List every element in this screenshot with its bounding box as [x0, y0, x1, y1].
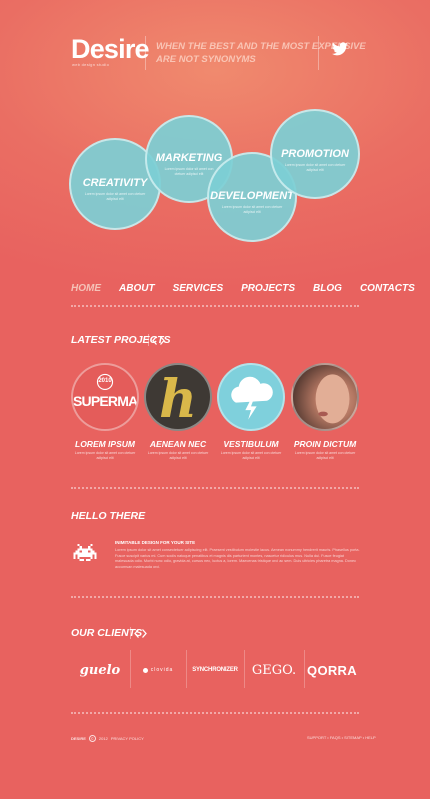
twitter-icon[interactable] [332, 42, 348, 56]
project-desc: Lorem ipsum dolor sit amet con ctetuer a… [74, 451, 136, 460]
feature-title: Marketing [155, 152, 223, 164]
feature-title: Development [210, 190, 294, 202]
clients-title: Our Clients [71, 627, 143, 639]
section-divider [71, 712, 359, 714]
header-divider [145, 36, 146, 70]
feature-desc: Lorem ipsum dolor sit amet con ctetuer a… [284, 163, 346, 172]
footer-copyright: Desire © 2012 Privacy Policy [71, 735, 144, 742]
portrait-photo [315, 374, 350, 424]
client-logo-qorra[interactable]: QORRA [304, 655, 360, 685]
feature-title: Creativity [82, 177, 148, 189]
project-image-cloud[interactable] [217, 363, 285, 431]
chevron-left-icon[interactable] [152, 336, 157, 345]
nav-about[interactable]: About [119, 283, 164, 294]
header-divider-right [318, 36, 319, 70]
project-desc: Lorem ipsum dolor sit amet con ctetuer a… [220, 451, 282, 460]
hello-subtitle: Inimitable design for your site [115, 540, 196, 545]
lettering-glyph: h [159, 369, 197, 430]
main-nav: Home About Services Projects Blog Contac… [71, 280, 415, 296]
superman-text: Superman [73, 393, 138, 409]
projects-pager [152, 336, 165, 345]
section-divider [71, 487, 359, 489]
copyright-icon: © [88, 735, 96, 742]
client-logo-gego[interactable]: GEGO. [246, 655, 302, 685]
footer-year: 2012 [98, 736, 108, 741]
project-image-portrait[interactable] [291, 363, 359, 431]
nav-projects[interactable]: Projects [241, 283, 304, 294]
project-desc: Lorem ipsum dolor sit amet con ctetuer a… [147, 451, 209, 460]
feature-promotion[interactable]: Promotion Lorem ipsum dolor sit amet con… [270, 109, 360, 199]
chevron-right-icon[interactable] [142, 629, 147, 638]
arrow-divider [130, 627, 131, 639]
footer-links[interactable]: Support • FAQs • Sitemap • Help [307, 735, 376, 740]
feature-title: Promotion [281, 148, 349, 160]
nav-services[interactable]: Services [173, 283, 233, 294]
project-title[interactable]: Lorem ipsum [65, 439, 145, 449]
project-title[interactable]: Proin dictum [285, 439, 365, 449]
nav-contacts[interactable]: Contacts [360, 283, 415, 294]
hello-body: Lorem ipsum dolor sit amet consectetuer … [115, 548, 360, 569]
site-logo[interactable]: Desire [71, 34, 150, 65]
project-title[interactable]: Aenean nec [138, 439, 218, 449]
hello-title: Hello there [71, 510, 146, 522]
feature-desc: Lorem ipsum dolor sit amet con ctetuer a… [84, 192, 146, 201]
section-divider [71, 305, 359, 307]
feature-desc: Lorem ipsum dolor sit amet con ctetuer a… [164, 167, 214, 176]
client-logo-clovida[interactable]: clovida [132, 655, 184, 685]
feature-desc: Lorem ipsum dolor sit amet con ctetuer a… [221, 205, 283, 214]
project-image-lettering[interactable]: h [144, 363, 212, 431]
section-divider [71, 596, 359, 598]
client-divider [244, 650, 245, 688]
arrow-divider [148, 334, 149, 346]
clients-pager [134, 629, 147, 638]
client-divider [130, 650, 131, 688]
chevron-right-icon[interactable] [160, 336, 165, 345]
client-logo-guelo[interactable]: guelo [71, 655, 129, 685]
nav-blog[interactable]: Blog [313, 283, 351, 294]
clovida-dot-icon [142, 667, 148, 673]
logo-subtitle: web design studio [72, 62, 110, 67]
nav-home[interactable]: Home [71, 283, 110, 294]
footer-brand: Desire [71, 736, 86, 741]
project-title[interactable]: Vestibulum [211, 439, 291, 449]
cloud-lightning-icon [231, 376, 273, 420]
chevron-left-icon[interactable] [134, 629, 139, 638]
space-invader-icon [73, 544, 97, 561]
privacy-policy-link[interactable]: Privacy Policy [111, 736, 144, 741]
project-desc: Lorem ipsum dolor sit amet con ctetuer a… [294, 451, 356, 460]
client-divider [186, 650, 187, 688]
project-image-superman[interactable]: 2010 Superman [71, 363, 139, 431]
client-logo-synchronizer[interactable]: Synchronizer [188, 655, 242, 685]
clovida-text: clovida [150, 667, 174, 673]
superman-number: 2010 [98, 378, 112, 384]
